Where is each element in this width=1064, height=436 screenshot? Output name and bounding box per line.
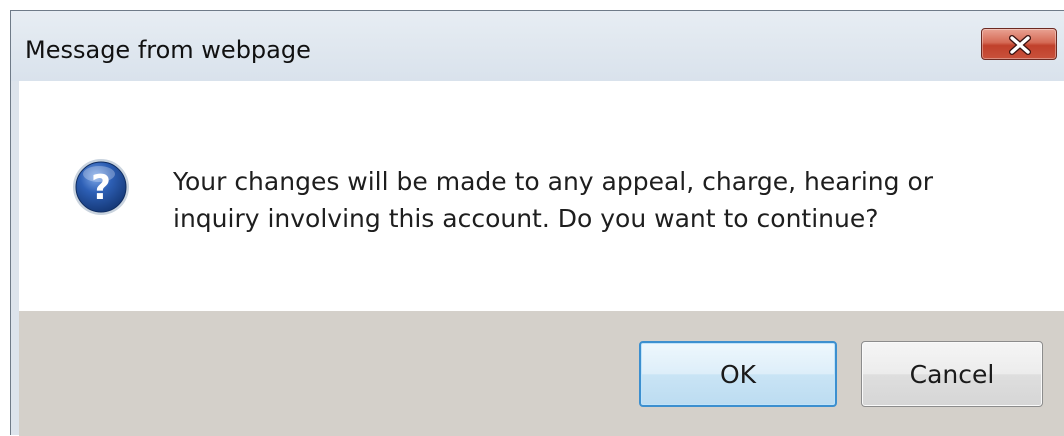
cancel-button[interactable]: Cancel <box>861 341 1043 407</box>
title-bar[interactable]: Message from webpage <box>11 11 1064 81</box>
dialog-message: Your changes will be made to any appeal,… <box>173 163 1033 237</box>
message-area: ? Your changes will be made to any appea… <box>19 81 1064 311</box>
dialog-window: Message from webpage ? Your changes will… <box>10 10 1064 436</box>
svg-text:?: ? <box>91 168 111 208</box>
button-bar: OK Cancel <box>19 311 1064 436</box>
dialog-title: Message from webpage <box>25 36 311 64</box>
close-icon <box>1009 35 1031 55</box>
message-line-1: Your changes will be made to any appeal,… <box>173 167 934 196</box>
close-button[interactable] <box>981 28 1057 60</box>
message-line-2: inquiry involving this account. Do you w… <box>173 204 879 233</box>
ok-button[interactable]: OK <box>639 341 837 407</box>
question-icon: ? <box>73 159 129 215</box>
